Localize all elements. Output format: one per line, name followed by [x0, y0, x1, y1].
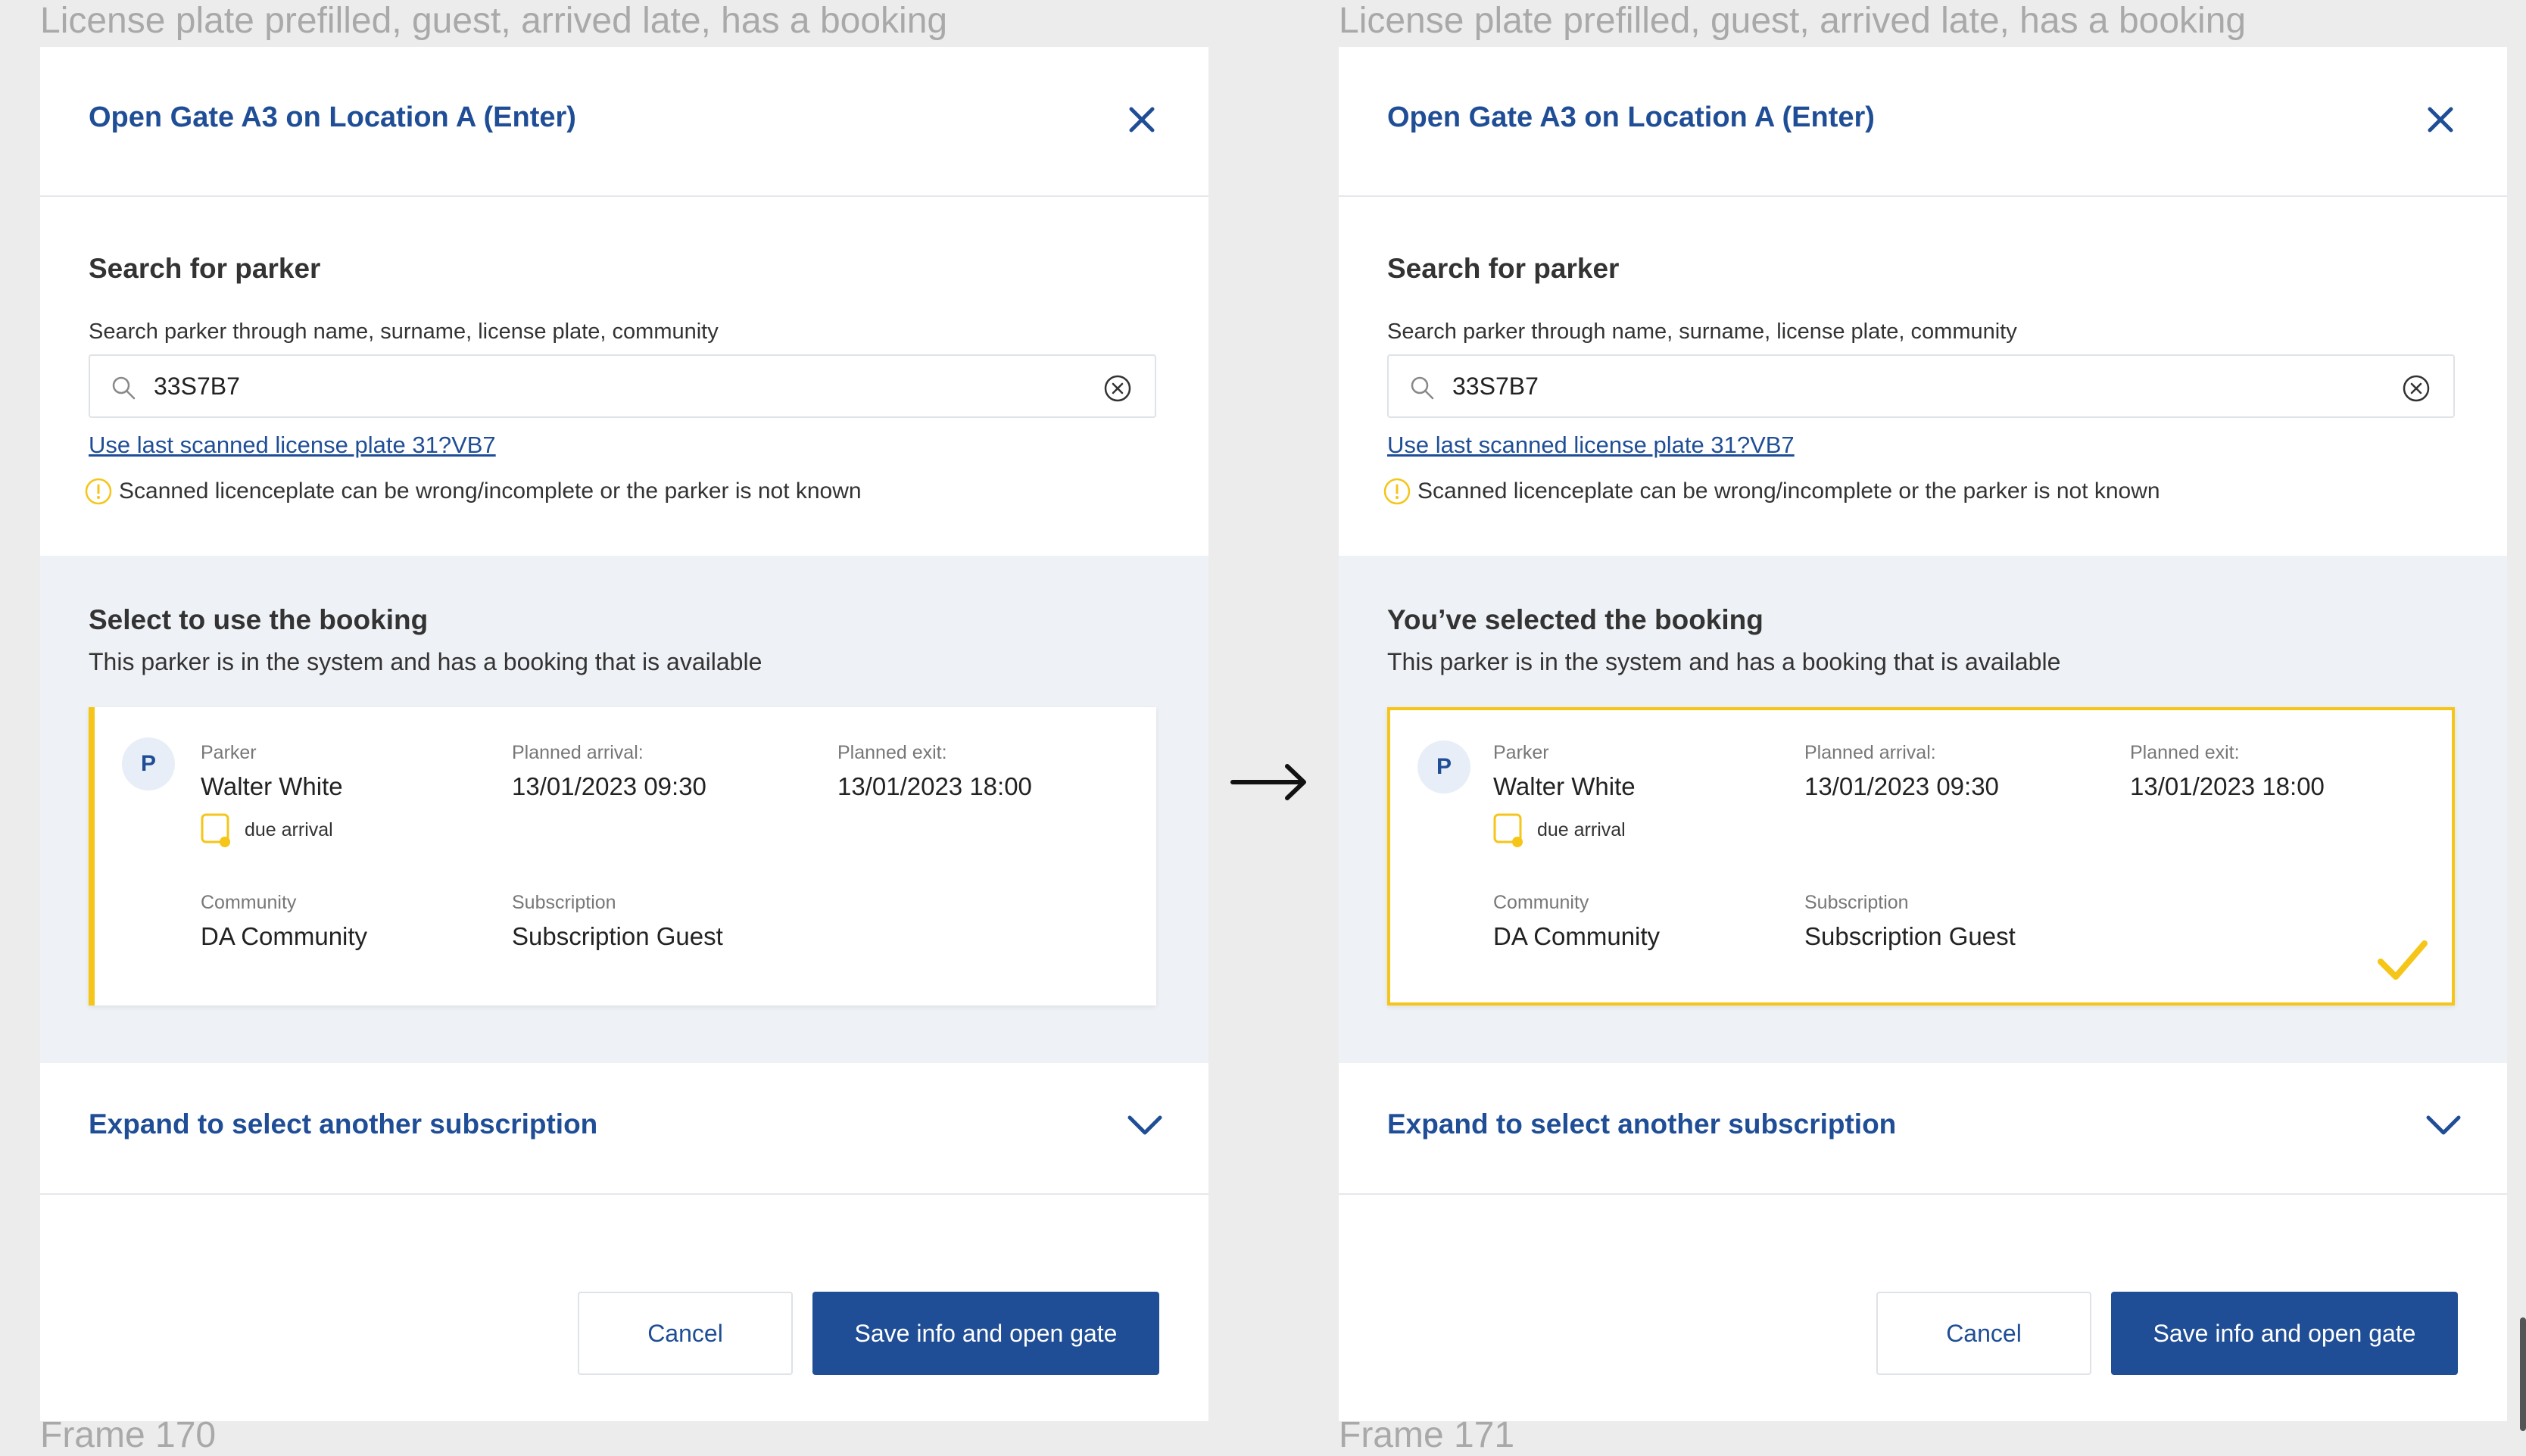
dialog-header: Open Gate A3 on Location A (Enter)	[1339, 47, 2507, 197]
expand-label: Expand to select another subscription	[89, 1108, 598, 1140]
arrow-right-icon	[1230, 764, 1306, 800]
expand-label: Expand to select another subscription	[1387, 1108, 1897, 1140]
use-scanned-plate-link[interactable]: Use last scanned license plate 31?VB7	[89, 432, 496, 459]
search-sublabel: Search parker through name, surname, lic…	[89, 320, 719, 344]
expand-subscription-row[interactable]: Expand to select another subscription	[40, 1063, 1208, 1195]
booking-card-selected[interactable]: P Parker Walter White due arrival Planne…	[1387, 707, 2455, 1005]
search-value: 33S7B7	[154, 373, 240, 400]
community-value: DA Community	[201, 922, 368, 950]
subscription-label: Subscription	[1804, 892, 1909, 913]
warning-text: Scanned licenceplate can be wrong/incomp…	[119, 479, 862, 504]
dialog-title: Open Gate A3 on Location A (Enter)	[89, 101, 576, 133]
search-icon	[112, 376, 136, 400]
save-and-open-gate-button[interactable]: Save info and open gate	[812, 1292, 1159, 1375]
booking-section: You’ve selected the booking This parker …	[1339, 556, 2507, 1063]
chevron-down-icon[interactable]	[2424, 1110, 2463, 1140]
gate-dialog-frame-1: Open Gate A3 on Location A (Enter) Searc…	[40, 47, 1208, 1421]
search-heading: Search for parker	[1387, 253, 1620, 284]
frame-caption-top: License plate prefilled, guest, arrived …	[40, 1, 948, 41]
arrival-label: Planned arrival:	[512, 742, 644, 763]
search-input[interactable]: 33S7B7	[89, 354, 1156, 418]
scrollbar[interactable]	[2520, 1317, 2526, 1431]
dialog-title: Open Gate A3 on Location A (Enter)	[1387, 101, 1875, 133]
search-sublabel: Search parker through name, surname, lic…	[1387, 320, 2017, 344]
dialog-header: Open Gate A3 on Location A (Enter)	[40, 47, 1208, 197]
booking-heading: Select to use the booking	[89, 604, 429, 635]
exit-value: 13/01/2023 18:00	[2130, 772, 2325, 800]
clear-icon[interactable]	[1103, 374, 1132, 403]
exit-value: 13/01/2023 18:00	[837, 772, 1032, 800]
info-icon	[1383, 478, 1411, 505]
save-and-open-gate-button[interactable]: Save info and open gate	[2111, 1292, 2458, 1375]
community-label: Community	[201, 892, 297, 913]
avatar: P	[1417, 740, 1470, 793]
close-icon[interactable]	[1127, 104, 1157, 135]
booking-subtitle: This parker is in the system and has a b…	[1387, 648, 2061, 675]
parker-label: Parker	[201, 742, 257, 763]
expand-subscription-row[interactable]: Expand to select another subscription	[1339, 1063, 2507, 1195]
search-value: 33S7B7	[1452, 373, 1539, 400]
clear-icon[interactable]	[2402, 374, 2431, 403]
search-input[interactable]: 33S7B7	[1387, 354, 2455, 418]
arrival-value: 13/01/2023 09:30	[512, 772, 706, 800]
parker-label: Parker	[1493, 742, 1549, 763]
cancel-button[interactable]: Cancel	[1876, 1292, 2091, 1375]
parker-name: Walter White	[1493, 772, 1636, 800]
booking-card[interactable]: P Parker Walter White due arrival Planne…	[89, 707, 1156, 1005]
chevron-down-icon[interactable]	[1125, 1110, 1165, 1140]
due-arrival-icon	[201, 813, 230, 847]
arrival-value: 13/01/2023 09:30	[1804, 772, 1999, 800]
community-value: DA Community	[1493, 922, 1661, 950]
booking-section: Select to use the booking This parker is…	[40, 556, 1208, 1063]
booking-heading: You’ve selected the booking	[1387, 604, 1764, 635]
frame-caption-top: License plate prefilled, guest, arrived …	[1339, 1, 2247, 41]
due-arrival-icon	[1493, 813, 1523, 847]
community-label: Community	[1493, 892, 1589, 913]
arrival-label: Planned arrival:	[1804, 742, 1936, 763]
status-text: due arrival	[245, 819, 333, 840]
info-icon	[85, 478, 112, 505]
subscription-value: Subscription Guest	[1804, 922, 2016, 950]
avatar: P	[122, 737, 175, 790]
subscription-label: Subscription	[512, 892, 616, 913]
warning-text: Scanned licenceplate can be wrong/incomp…	[1417, 479, 2160, 504]
use-scanned-plate-link[interactable]: Use last scanned license plate 31?VB7	[1387, 432, 1795, 459]
checkmark-icon	[2378, 940, 2428, 980]
exit-label: Planned exit:	[837, 742, 947, 763]
exit-label: Planned exit:	[2130, 742, 2240, 763]
close-icon[interactable]	[2425, 104, 2456, 135]
gate-dialog-frame-2: Open Gate A3 on Location A (Enter) Searc…	[1339, 47, 2507, 1421]
subscription-value: Subscription Guest	[512, 922, 723, 950]
parker-name: Walter White	[201, 772, 343, 800]
status-text: due arrival	[1537, 819, 1626, 840]
cancel-button[interactable]: Cancel	[578, 1292, 793, 1375]
search-heading: Search for parker	[89, 253, 321, 284]
search-icon	[1411, 376, 1434, 400]
booking-subtitle: This parker is in the system and has a b…	[89, 648, 762, 675]
